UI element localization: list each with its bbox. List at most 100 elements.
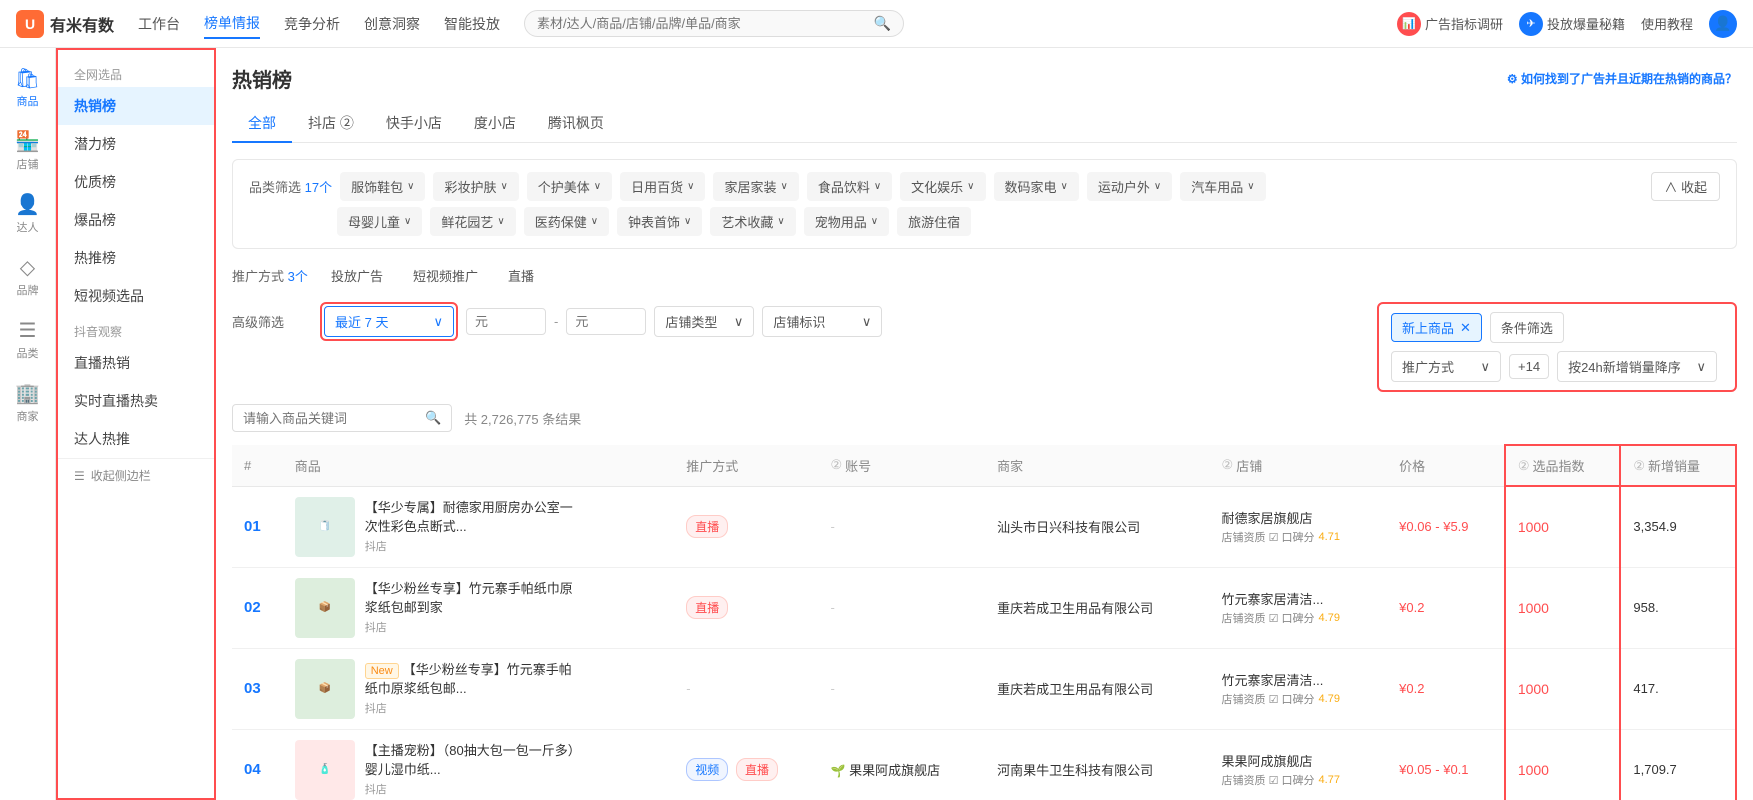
product-name[interactable]: 【华少粉丝专享】竹元寨手帕纸巾原浆纸包邮到家 [365,580,585,616]
shop-info[interactable]: 耐德家居旗舰店 [1222,508,1376,527]
filter-tag-digital[interactable]: 数码家电∨ [994,172,1079,201]
sidebar-item-kol-hot[interactable]: 达人热推 [58,420,214,458]
tab-tencent[interactable]: 腾讯枫页 [532,105,620,143]
filter-tag-art[interactable]: 艺术收藏∨ [710,207,795,236]
left-nav-brand[interactable]: ◇ 品牌 [0,245,55,308]
filter-tag-pet[interactable]: 宠物用品∨ [804,207,889,236]
brand-label: 品牌 [17,282,39,298]
category-collapse-btn[interactable]: ∧ 收起 [1651,172,1720,201]
filter-tag-personal[interactable]: 个护美体∨ [527,172,612,201]
promo-tag-ad[interactable]: 投放广告 [320,261,394,290]
condition-filter[interactable]: 条件筛选 [1490,312,1564,343]
product-name[interactable]: New【华少粉丝专享】竹元寨手帕纸巾原浆纸包邮... [365,661,585,698]
price-from-input[interactable] [466,308,546,335]
left-nav-merchant[interactable]: 🏢 商家 [0,371,55,434]
promo-tag-live[interactable]: 直播 [497,261,545,290]
date-select[interactable]: 最近 7 天 ∨ [324,306,454,337]
filter-tag-health[interactable]: 医药保健∨ [524,207,609,236]
tab-kuaishou[interactable]: 快手小店 [370,105,458,143]
logo[interactable]: U 有米有数 [16,10,114,38]
product-thumb: 📦 [295,659,355,719]
product-cell: 📦 New【华少粉丝专享】竹元寨手帕纸巾原浆纸包邮... 抖店 [283,648,675,729]
filter-tag-makeup[interactable]: 彩妆护肤∨ [433,172,518,201]
left-nav-shop[interactable]: 🏪 店铺 [0,119,55,182]
filter-tag-home[interactable]: 家居家装∨ [713,172,798,201]
sidebar-item-realtime-live[interactable]: 实时直播热卖 [58,382,214,420]
nav-item-rankings[interactable]: 榜单情报 [204,9,260,39]
product-search-bar[interactable]: 🔍 [232,404,452,432]
tab-all[interactable]: 全部 [232,105,292,143]
nav-item-workbench[interactable]: 工作台 [138,10,180,38]
tutorial-btn[interactable]: 使用教程 [1641,14,1693,33]
nav-item-creative[interactable]: 创意洞察 [364,10,420,38]
filter-tag-food[interactable]: 食品饮料∨ [807,172,892,201]
category-filter-row2: 母婴儿童∨ 鲜花园艺∨ 医药保健∨ 钟表首饰∨ 艺术收藏∨ 宠物用品∨ 旅游住宿 [249,207,1720,236]
sidebar-item-potential[interactable]: 潜力榜 [58,125,214,163]
product-name[interactable]: 【主播宠粉】（80抽大包一包一斤多）婴儿湿巾纸... [365,742,585,778]
sidebar-item-quality[interactable]: 优质榜 [58,163,214,201]
filter-tag-clothing[interactable]: 服饰鞋包∨ [340,172,425,201]
sort-select[interactable]: 按24h新增销量降序 ∨ [1557,351,1717,382]
shop-info[interactable]: 果果阿成旗舰店 [1222,751,1376,770]
new-sales-cell: 3,354.9 [1620,486,1736,567]
user-avatar[interactable]: 👤 [1709,10,1737,38]
filter-tag-flowers[interactable]: 鲜花园艺∨ [430,207,515,236]
tab-du-shop[interactable]: 度小店 [458,105,532,143]
shop-sub: 店铺资质 ☑ 口碑分 4.71 [1222,529,1376,545]
content-search-row: 🔍 共 2,726,775 条结果 [232,404,1737,432]
live-badge2: 直播 [736,758,778,781]
shop-info[interactable]: 竹元寨家居清洁... [1222,589,1376,608]
shop-type-select[interactable]: 店铺类型 ∨ [654,306,754,337]
plus14-badge[interactable]: +14 [1509,354,1549,379]
sidebar-collapse-btn[interactable]: ☰ 收起侧边栏 [58,458,214,492]
filter-tag-baby[interactable]: 母婴儿童∨ [337,207,422,236]
left-nav-product[interactable]: 🛍 商品 [0,56,55,119]
sidebar-item-live-hot[interactable]: 直播热销 [58,344,214,382]
sidebar-section-title-global: 全网选品 [58,58,214,87]
filter-tag-sports[interactable]: 运动户外∨ [1087,172,1172,201]
nav-right: 📊 广告指标调研 ✈ 投放爆量秘籍 使用教程 👤 [1397,10,1737,38]
nav-item-smart[interactable]: 智能投放 [444,10,500,38]
main-layout: 🛍 商品 🏪 店铺 👤 达人 ◇ 品牌 ☰ 品类 🏢 商家 全网选品 热销榜 潜… [0,48,1753,800]
global-search-input[interactable] [537,16,874,31]
shop-tag-select[interactable]: 店铺标识 ∨ [762,306,882,337]
rank-cell: 04 [232,729,283,800]
filter-tag-auto[interactable]: 汽车用品∨ [1180,172,1265,201]
left-nav-category[interactable]: ☰ 品类 [0,308,55,371]
video-badge: 视频 [686,758,728,781]
filter-tag-travel[interactable]: 旅游住宿 [897,207,971,236]
page-title-row: 热销榜 ⚙ 如何找到了广告并且近期在热销的商品？ [232,64,1737,93]
score-cell: 1000 [1505,567,1621,648]
sidebar-item-explosive[interactable]: 爆品榜 [58,201,214,239]
tab-douyin-shop[interactable]: 抖店 ② [292,105,370,143]
top-nav: U 有米有数 工作台 榜单情报 竞争分析 创意洞察 智能投放 🔍 📊 广告指标调… [0,0,1753,48]
nav-item-competition[interactable]: 竞争分析 [284,10,340,38]
promo-method-select[interactable]: 推广方式 ∨ [1391,351,1501,382]
launch-secret-btn[interactable]: ✈ 投放爆量秘籍 [1519,12,1625,36]
table-row: 04 🧴 【主播宠粉】（80抽大包一包一斤多）婴儿湿巾纸... 抖店 [232,729,1736,800]
brand-icon: ◇ [20,255,35,280]
category-filter-row1: 品类筛选 17个 服饰鞋包∨ 彩妆护肤∨ 个护美体∨ 日用百货∨ 家居家装∨ 食… [249,172,1720,201]
filter-tag-culture[interactable]: 文化娱乐∨ [900,172,985,201]
product-name[interactable]: 【华少专属】耐德家用厨房办公室一次性彩色点断式... [365,499,585,535]
left-nav-kol[interactable]: 👤 达人 [0,182,55,245]
sidebar-item-short-video[interactable]: 短视频选品 [58,277,214,315]
global-search-bar[interactable]: 🔍 [524,10,904,37]
page-tip-link[interactable]: ⚙ 如何找到了广告并且近期在热销的商品？ [1507,70,1737,87]
shop-cell: 竹元寨家居清洁... 店铺资质 ☑ 口碑分 4.79 [1210,648,1388,729]
price-cell: ¥0.2 [1387,567,1505,648]
product-search-input[interactable] [243,411,419,426]
promo-cell: 视频 直播 [674,729,818,800]
shop-info[interactable]: 竹元寨家居清洁... [1222,670,1376,689]
table-row: 01 🧻 【华少专属】耐德家用厨房办公室一次性彩色点断式... 抖店 [232,486,1736,567]
promo-tag-video[interactable]: 短视频推广 [402,261,489,290]
sidebar-item-hot-sales[interactable]: 热销榜 [58,87,214,125]
sidebar-item-hot-push[interactable]: 热推榜 [58,239,214,277]
ad-metrics-btn[interactable]: 📊 广告指标调研 [1397,12,1503,36]
merchant-cell: 河南果牛卫生科技有限公司 [985,729,1209,800]
price-to-input[interactable] [566,308,646,335]
filter-tag-watches[interactable]: 钟表首饰∨ [617,207,702,236]
filter-tag-daily[interactable]: 日用百货∨ [620,172,705,201]
new-product-tag[interactable]: 新上商品 ✕ [1391,313,1482,342]
ad-metrics-label: 广告指标调研 [1425,14,1503,33]
